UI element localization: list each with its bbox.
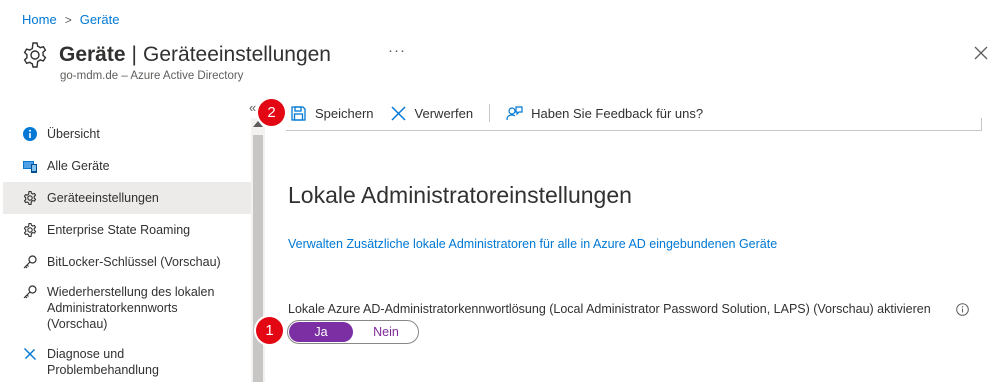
sidebar-item-all-devices[interactable]: Alle Geräte (0, 150, 251, 182)
key-icon (23, 255, 37, 269)
toggle-option-no[interactable]: Nein (354, 321, 418, 343)
toggle-option-yes[interactable]: Ja (289, 322, 353, 342)
sidebar-item-label: Diagnose und Problembehandlung (47, 346, 159, 378)
close-icon (391, 105, 406, 121)
more-options-button[interactable]: ··· (388, 42, 406, 59)
wrench-icon (24, 348, 36, 360)
label-line: Administratorkennworts (47, 301, 178, 315)
breadcrumb: Home > Geräte (22, 12, 119, 27)
label-line: Problembehandlung (47, 363, 159, 377)
feedback-button[interactable]: Haben Sie Feedback für uns? (506, 105, 703, 122)
breadcrumb-separator: > (64, 12, 72, 27)
manage-local-admins-link[interactable]: Verwalten Zusätzliche lokale Administrat… (288, 237, 777, 251)
page-title-main: Geräte (59, 43, 126, 66)
sidebar-item-enterprise-state-roaming[interactable]: Enterprise State Roaming (0, 214, 251, 246)
annotation-marker-2: 2 (258, 99, 285, 126)
page-title-sub: Geräteeinstellungen (143, 43, 331, 66)
discard-label: Verwerfen (414, 105, 474, 121)
gear-icon (23, 190, 37, 206)
sidebar-item-label: Wiederherstellung des lokalen Administra… (47, 284, 214, 332)
gear-icon (23, 42, 47, 68)
toolbar-divider (489, 104, 491, 122)
sidebar-item-diagnose[interactable]: Diagnose und Problembehandlung (0, 340, 251, 382)
sidebar-item-label: Enterprise State Roaming (47, 223, 191, 237)
command-bar-divider (286, 130, 982, 131)
close-icon[interactable] (973, 45, 989, 61)
section-title: Lokale Administratoreinstellungen (288, 182, 632, 208)
save-label: Speichern (315, 105, 374, 121)
sidebar-item-label: Geräteeinstellungen (47, 191, 159, 205)
tenant-subtitle: go-mdm.de – Azure Active Directory (60, 70, 244, 82)
laps-toggle[interactable]: Ja Nein (287, 320, 419, 344)
sidebar-item-laps-recovery[interactable]: Wiederherstellung des lokalen Administra… (0, 278, 251, 340)
feedback-label: Haben Sie Feedback für uns? (531, 105, 704, 121)
sidebar-item-bitlocker-keys[interactable]: BitLocker-Schlüssel (Vorschau) (0, 246, 251, 278)
breadcrumb-devices-link[interactable]: Geräte (80, 12, 120, 27)
label-line: (Vorschau) (47, 317, 108, 331)
save-icon (291, 105, 306, 121)
sidebar-item-device-settings[interactable]: Geräteeinstellungen (3, 182, 251, 214)
sidebar-item-label: BitLocker-Schlüssel (Vorschau) (47, 255, 221, 269)
laps-setting-label: Lokale Azure AD-Administratorkennwortlös… (288, 302, 931, 316)
gear-icon (23, 222, 37, 238)
info-icon (23, 127, 37, 141)
label-line: Diagnose und (47, 347, 125, 361)
key-icon (23, 285, 37, 299)
collapse-sidebar-button[interactable]: « (249, 100, 256, 115)
sidebar-item-label: Übersicht (47, 127, 100, 141)
label-line: Wiederherstellung des lokalen (47, 285, 215, 299)
title-separator: | (131, 43, 138, 66)
discard-button[interactable]: Verwerfen (390, 105, 474, 122)
annotation-marker-1: 1 (256, 317, 283, 344)
scrollbar-thumb[interactable] (253, 135, 263, 382)
sidebar-item-label: Alle Geräte (47, 159, 110, 173)
devices-icon (23, 161, 37, 173)
page-title: Geräte | Geräteeinstellungen (59, 43, 331, 67)
sidebar: Übersicht Alle Geräte Geräteeinstellunge… (0, 118, 251, 382)
command-bar-edge (981, 118, 982, 131)
sidebar-item-overview[interactable]: Übersicht (0, 118, 251, 150)
breadcrumb-home-link[interactable]: Home (22, 12, 57, 27)
command-bar: Speichern Verwerfen Haben Sie Feedback f… (290, 101, 719, 125)
feedback-icon (506, 105, 523, 120)
page-header: Geräte | Geräteeinstellungen (20, 40, 331, 70)
info-icon[interactable] (956, 303, 969, 316)
save-button[interactable]: Speichern (290, 105, 374, 122)
